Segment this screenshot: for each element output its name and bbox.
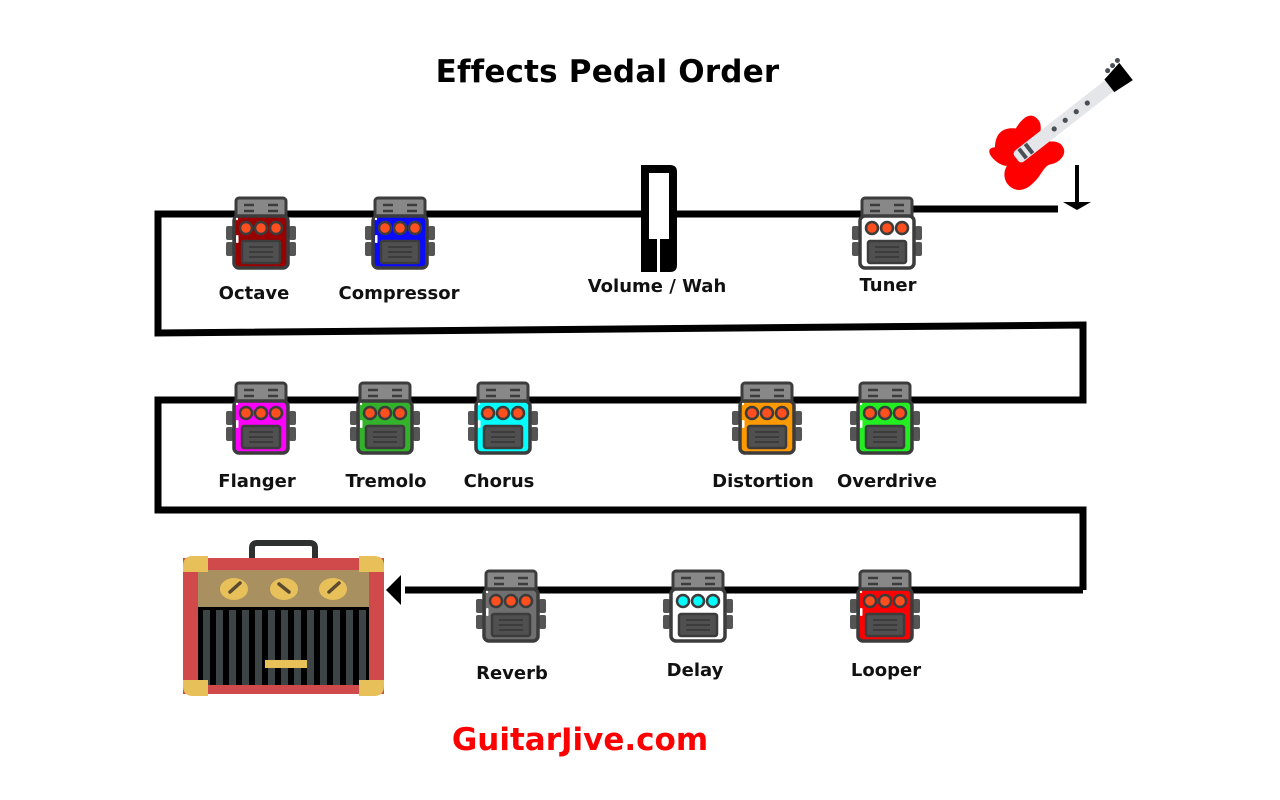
pedal-knob — [268, 220, 284, 236]
pedal-knob — [705, 593, 721, 609]
pedal-reverb-icon — [474, 569, 548, 643]
grille-bar — [294, 610, 301, 685]
grille-bar — [307, 610, 314, 685]
pedal-knob — [495, 405, 511, 421]
grille-bar — [255, 610, 262, 685]
pedal-knob — [862, 593, 878, 609]
pedal-label-overdrive: Overdrive — [837, 471, 937, 492]
cable-segment — [154, 210, 1087, 590]
pedal-knob — [690, 593, 706, 609]
pedal-label-octave: Octave — [218, 283, 290, 304]
pedal-knob — [518, 593, 534, 609]
pedal-label-reverb: Reverb — [476, 663, 548, 684]
grille-bar — [333, 610, 340, 685]
grille-bar — [229, 610, 236, 685]
pedal-knob — [362, 405, 378, 421]
pedal-label-chorus: Chorus — [463, 471, 535, 492]
amp-knob — [319, 578, 347, 600]
output-arrow-icon — [386, 575, 401, 605]
input-arrow — [1063, 165, 1091, 210]
pedal-knob — [892, 405, 908, 421]
pedal-knob — [503, 593, 519, 609]
pedal-knob — [377, 220, 393, 236]
pedal-knob — [392, 405, 408, 421]
amplifier-icon — [183, 540, 384, 696]
grille-bar — [242, 610, 249, 685]
pedal-label-delay: Delay — [666, 660, 724, 681]
pedal-overdrive-icon — [848, 381, 922, 455]
grille-bar — [320, 610, 327, 685]
pedal-tremolo-icon — [348, 381, 422, 455]
pedal-flanger-icon — [224, 381, 298, 455]
pedal-chorus-icon — [466, 381, 540, 455]
pedal-knob — [759, 405, 775, 421]
pedal-knob — [879, 220, 895, 236]
grille-bar — [203, 610, 210, 685]
diagram-title: Effects Pedal Order — [435, 54, 780, 90]
pedal-knob — [253, 405, 269, 421]
pedal-knob — [510, 405, 526, 421]
site-credit: GuitarJive.com — [451, 722, 709, 758]
amp-knob — [270, 578, 298, 600]
signal-cable — [154, 205, 1087, 594]
pedal-distortion-icon — [730, 381, 804, 455]
grille-bar — [216, 610, 223, 685]
pedal-knob — [675, 593, 691, 609]
pedal-compressor-icon — [363, 196, 437, 270]
pedal-knob — [268, 405, 284, 421]
pedal-knob — [253, 220, 269, 236]
pedal-knob — [894, 220, 910, 236]
pedal-knob — [877, 405, 893, 421]
grille-bar — [268, 610, 275, 685]
grille-bar — [346, 610, 353, 685]
pedal-knob — [238, 220, 254, 236]
pedal-looper-icon — [848, 569, 922, 643]
pedal-label-looper: Looper — [850, 660, 922, 681]
grille-bar — [359, 610, 366, 685]
pedal-knob — [774, 405, 790, 421]
pedal-knob — [864, 220, 880, 236]
pedal-knob — [407, 220, 423, 236]
pedal-tuner-icon — [850, 196, 924, 270]
pedal-knob — [377, 405, 393, 421]
amp-knob — [220, 578, 248, 600]
pedal-knob — [480, 405, 496, 421]
pedal-label-volume-wah: Volume / Wah — [587, 276, 727, 297]
pedal-knob — [744, 405, 760, 421]
pedal-octave-icon — [224, 196, 298, 270]
pedal-label-compressor: Compressor — [338, 283, 460, 304]
pedal-knob — [892, 593, 908, 609]
grille-bar — [281, 610, 288, 685]
pedal-knob — [392, 220, 408, 236]
pedal-knob — [238, 405, 254, 421]
pedal-knob — [488, 593, 504, 609]
pedal-knob — [877, 593, 893, 609]
volume-wah-pedal-icon — [641, 165, 677, 272]
pedal-label-tuner: Tuner — [859, 275, 917, 296]
pedal-knob — [862, 405, 878, 421]
pedal-delay-icon — [661, 569, 735, 643]
